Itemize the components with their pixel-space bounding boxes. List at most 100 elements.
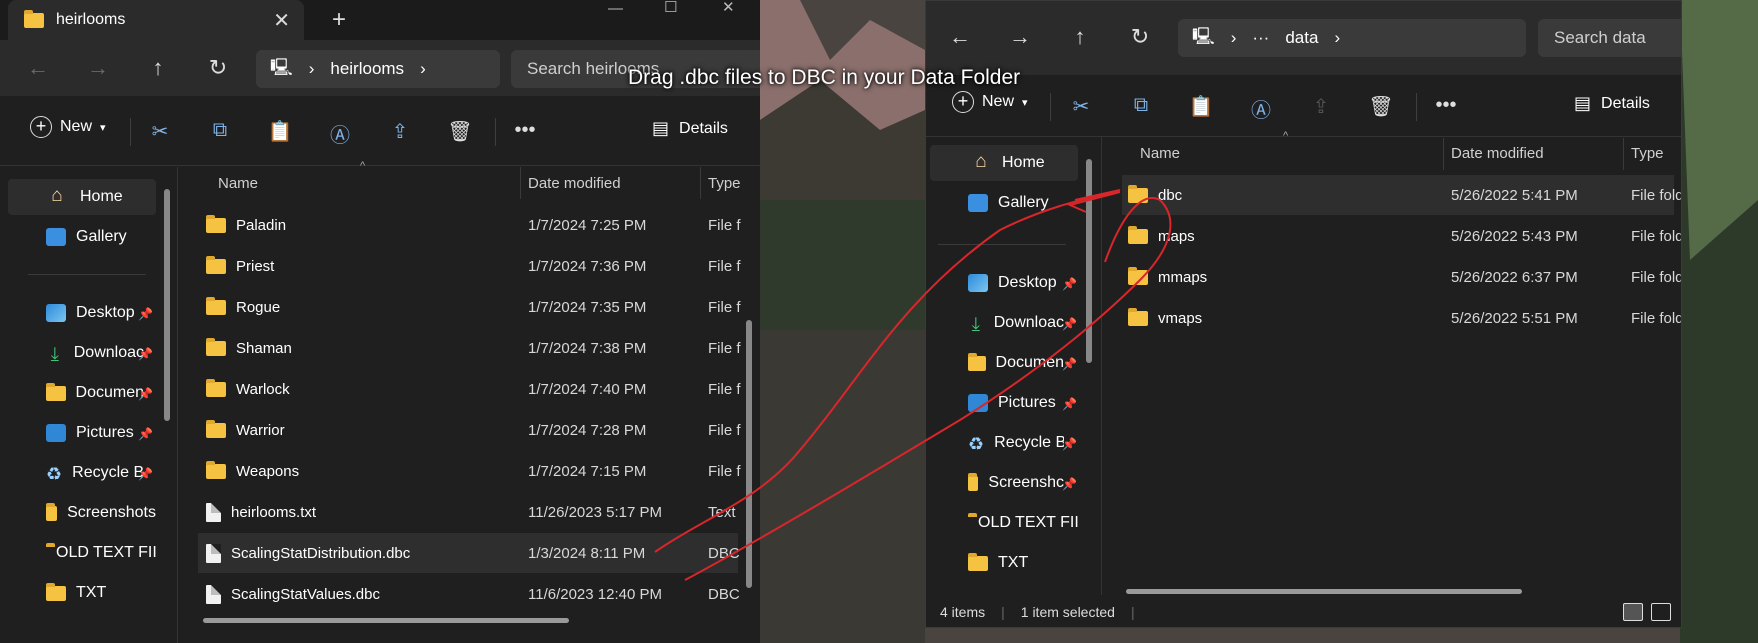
forward-button[interactable]: →	[82, 52, 114, 84]
close-tab-icon[interactable]: ✕	[273, 8, 290, 33]
file-row[interactable]: mmaps 5/26/2022 6:37 PM File fold	[1122, 257, 1681, 297]
copy-icon[interactable]: ⧉	[1126, 94, 1156, 118]
sidebar-item-desktop[interactable]: Desktop	[968, 265, 1064, 301]
file-list-scrollbar[interactable]	[746, 320, 752, 588]
file-row[interactable]: Shaman 1/7/2024 7:38 PM File f	[198, 328, 741, 368]
file-row[interactable]: vmaps 5/26/2022 5:51 PM File fold	[1122, 298, 1681, 338]
folder-icon	[1128, 307, 1148, 326]
horizontal-scrollbar[interactable]	[203, 618, 569, 623]
sidebar-item-old-text-files[interactable]: OLD TEXT FII	[46, 535, 156, 571]
tiles-view-icon[interactable]	[1651, 603, 1671, 621]
details-button[interactable]: ▤ Details	[652, 118, 728, 139]
tab-heirlooms[interactable]: heirlooms ✕	[8, 0, 304, 40]
sidebar-item-screenshots[interactable]: Screenshc	[968, 465, 1064, 501]
column-divider[interactable]	[1443, 138, 1444, 170]
column-header-name[interactable]: Name	[1140, 135, 1180, 171]
share-icon[interactable]: ⇪	[1306, 94, 1336, 118]
refresh-button[interactable]: ↻	[202, 52, 234, 84]
folder-icon	[46, 382, 66, 401]
minimize-button[interactable]: —	[608, 0, 623, 17]
column-header-date[interactable]: Date modified	[528, 165, 621, 201]
new-button[interactable]: + New ▾	[952, 91, 1028, 113]
maximize-button[interactable]: ☐	[664, 0, 677, 16]
column-header-type[interactable]: Type	[1631, 135, 1664, 171]
sidebar-item-downloads[interactable]: ⤓ Downloac	[46, 335, 144, 371]
column-header-type[interactable]: Type	[708, 165, 741, 201]
file-row[interactable]: heirlooms.txt 11/26/2023 5:17 PM Text	[198, 492, 738, 532]
sidebar-item-recycle-bin[interactable]: ♻ Recycle B	[968, 425, 1064, 461]
home-icon: ⌂	[51, 185, 63, 206]
column-header-name[interactable]: Name	[218, 165, 258, 201]
paste-icon[interactable]: 📋	[1186, 94, 1216, 118]
breadcrumb-ellipsis[interactable]: ···	[1252, 28, 1269, 48]
file-name-label: vmaps	[1158, 309, 1203, 327]
column-header-date[interactable]: Date modified	[1451, 135, 1544, 171]
column-divider[interactable]	[700, 167, 701, 199]
refresh-button[interactable]: ↻	[1124, 21, 1156, 53]
rename-icon[interactable]: Ⓐ	[325, 119, 355, 147]
close-window-button[interactable]: ✕	[722, 0, 735, 16]
sidebar-item-documents[interactable]: Documen	[46, 375, 144, 411]
file-row[interactable]: Warrior 1/7/2024 7:28 PM File f	[198, 410, 741, 450]
sidebar-item-pictures[interactable]: Pictures	[46, 415, 144, 451]
sidebar-item-desktop[interactable]: Desktop	[46, 295, 144, 331]
file-date: 1/7/2024 7:25 PM	[528, 216, 647, 234]
sidebar-item-home[interactable]: ⌂ Home	[930, 145, 1078, 181]
details-button[interactable]: ▤ Details	[1574, 93, 1650, 114]
sidebar-item-screenshots[interactable]: Screenshots	[46, 495, 156, 531]
plus-icon: +	[952, 91, 974, 113]
file-name: Shaman	[206, 337, 292, 357]
gallery-icon	[46, 228, 66, 246]
more-options-icon[interactable]: •••	[510, 119, 540, 143]
sidebar-scrollbar[interactable]	[1086, 159, 1092, 363]
copy-icon[interactable]: ⧉	[205, 119, 235, 143]
paste-icon[interactable]: 📋	[265, 119, 295, 143]
file-row[interactable]: ScalingStatValues.dbc 11/6/2023 12:40 PM D…	[198, 574, 740, 614]
sidebar-scrollbar[interactable]	[164, 189, 170, 421]
file-row[interactable]: Paladin 1/7/2024 7:25 PM File f	[198, 205, 741, 245]
sidebar-item-old-text-files[interactable]: OLD TEXT FII	[968, 505, 1078, 541]
file-row[interactable]: Warlock 1/7/2024 7:40 PM File f	[198, 369, 741, 409]
file-row[interactable]: Rogue 1/7/2024 7:35 PM File f	[198, 287, 741, 327]
sidebar-item-txt[interactable]: TXT	[46, 575, 156, 611]
delete-icon[interactable]: 🗑	[1366, 94, 1396, 118]
sidebar-item-home[interactable]: ⌂ Home	[8, 179, 156, 215]
file-row[interactable]: ScalingStatDistribution.dbc 1/3/2024 8:11…	[198, 533, 740, 573]
sidebar-item-downloads[interactable]: ⤓ Downloac	[968, 305, 1064, 341]
delete-icon[interactable]: 🗑	[445, 119, 475, 143]
column-divider[interactable]	[520, 167, 521, 199]
up-button[interactable]: ↑	[142, 52, 174, 84]
new-button[interactable]: + New ▾	[30, 116, 106, 138]
sidebar-item-documents[interactable]: Documen	[968, 345, 1064, 381]
back-button[interactable]: ←	[22, 52, 54, 84]
more-options-icon[interactable]: •••	[1431, 94, 1461, 118]
pin-icon: 📌	[1062, 437, 1077, 451]
file-row[interactable]: maps 5/26/2022 5:43 PM File fold	[1122, 216, 1681, 256]
sidebar-item-gallery[interactable]: Gallery	[968, 185, 1078, 221]
sidebar-item-gallery[interactable]: Gallery	[46, 219, 156, 255]
search-input[interactable]: Search data	[1538, 19, 1681, 57]
file-type: File f	[708, 339, 741, 357]
sidebar-item-pictures[interactable]: Pictures	[968, 385, 1064, 421]
share-icon[interactable]: ⇪	[385, 119, 415, 143]
breadcrumb-heirlooms[interactable]: heirlooms	[330, 59, 404, 79]
cut-icon[interactable]: ✂	[1066, 94, 1096, 118]
back-button[interactable]: ←	[944, 21, 976, 53]
file-row[interactable]: Priest 1/7/2024 7:36 PM File f	[198, 246, 741, 286]
rename-icon[interactable]: Ⓐ	[1246, 94, 1276, 122]
details-view-icon[interactable]	[1623, 603, 1643, 621]
address-bar[interactable]: 🖳 › ··· data ›	[1178, 19, 1526, 57]
file-row[interactable]: dbc 5/26/2022 5:41 PM File fold	[1122, 175, 1681, 215]
address-bar[interactable]: 🖳 › heirlooms ›	[256, 50, 500, 88]
cut-icon[interactable]: ✂	[145, 119, 175, 143]
sidebar-item-txt[interactable]: TXT	[968, 545, 1078, 581]
sidebar-item-recycle-bin[interactable]: ♻ Recycle B	[46, 455, 144, 491]
column-divider[interactable]	[1623, 138, 1624, 170]
up-button[interactable]: ↑	[1064, 21, 1096, 53]
breadcrumb-data[interactable]: data	[1285, 28, 1318, 48]
new-tab-button[interactable]: +	[332, 6, 346, 34]
horizontal-scrollbar[interactable]	[1126, 589, 1522, 594]
forward-button[interactable]: →	[1004, 21, 1036, 53]
file-row[interactable]: Weapons 1/7/2024 7:15 PM File f	[198, 451, 741, 491]
file-name-label: maps	[1158, 227, 1195, 245]
